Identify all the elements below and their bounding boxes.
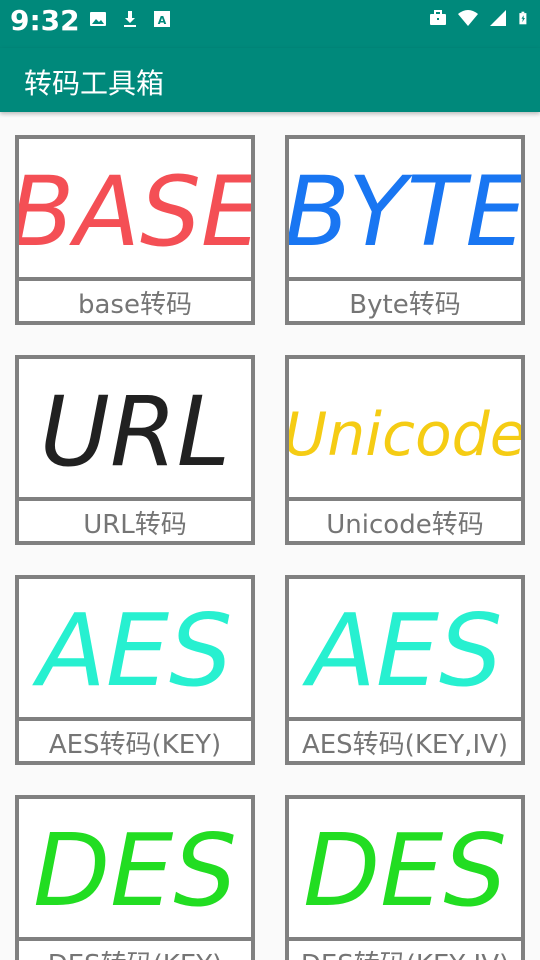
tile-aes-key-iv[interactable]: AES AES转码(KEY,IV)	[285, 575, 525, 765]
tile-label: Unicode转码	[326, 510, 484, 540]
base-logo: BASE	[19, 156, 251, 268]
aes-logo: AES	[31, 592, 232, 709]
tile-label: AES转码(KEY)	[48, 730, 222, 760]
unicode-logo: Unicode	[289, 400, 521, 470]
signal-icon	[490, 10, 506, 26]
svg-text:A: A	[158, 14, 167, 27]
tile-art: AES	[19, 579, 251, 721]
tile-des-key-iv[interactable]: DES DES转码(KEY,IV)	[285, 795, 525, 960]
status-time: 9:32	[10, 4, 80, 37]
tile-label: DES转码(KEY,IV)	[289, 945, 521, 960]
a-box-icon: A	[154, 11, 170, 27]
tile-label: base转码	[78, 290, 192, 320]
tile-label: DES转码(KEY)	[19, 945, 251, 960]
tile-url[interactable]: URL URL转码	[15, 355, 255, 545]
des-logo: DES	[33, 812, 237, 929]
image-icon	[90, 12, 106, 26]
tile-art: DES	[289, 799, 521, 941]
status-bar: 9:32 A	[0, 0, 540, 48]
tile-art: BYTE	[289, 139, 521, 281]
tile-art: BASE	[19, 139, 251, 281]
tool-grid: BASE base转码 BYTE Byte转码 URL URL转码 Unicod…	[0, 112, 540, 960]
tile-art-text: BASE	[19, 156, 251, 268]
des-logo: DES	[303, 812, 507, 929]
tile-byte[interactable]: BYTE Byte转码	[285, 135, 525, 325]
battery-icon	[519, 11, 527, 25]
aes-logo: AES	[301, 592, 502, 709]
tile-art: URL	[19, 359, 251, 501]
url-logo: URL	[40, 376, 230, 488]
tile-base[interactable]: BASE base转码	[15, 135, 255, 325]
tile-label: URL转码	[83, 510, 187, 540]
app-bar: 转码工具箱	[0, 48, 540, 112]
app-title: 转码工具箱	[24, 67, 165, 100]
tile-unicode[interactable]: Unicode Unicode转码	[285, 355, 525, 545]
tile-art-text: URL	[40, 376, 230, 488]
tile-art-text: DES	[303, 812, 507, 929]
tile-des-key[interactable]: DES DES转码(KEY)	[15, 795, 255, 960]
tile-label: AES转码(KEY,IV)	[301, 730, 509, 760]
tile-art: AES	[289, 579, 521, 721]
tile-art: DES	[19, 799, 251, 941]
download-icon	[124, 11, 136, 27]
tile-art: Unicode	[289, 359, 521, 501]
tile-art-text: AES	[31, 592, 232, 709]
tile-label: Byte转码	[349, 290, 461, 320]
tile-art-text: DES	[33, 812, 237, 929]
wifi-icon	[458, 10, 478, 26]
tile-aes-key[interactable]: AES AES转码(KEY)	[15, 575, 255, 765]
byte-logo: BYTE	[289, 156, 521, 268]
briefcase-icon	[430, 10, 446, 25]
tile-art-text: BYTE	[289, 156, 521, 268]
tile-art-text: AES	[301, 592, 502, 709]
tile-art-text: Unicode	[289, 400, 521, 470]
